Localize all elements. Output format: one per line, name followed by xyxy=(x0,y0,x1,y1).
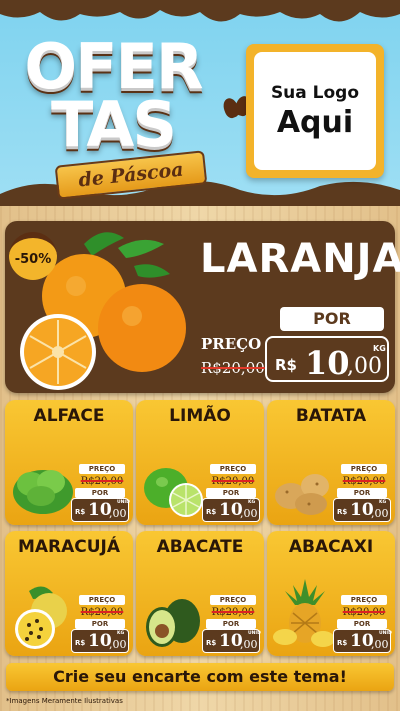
price-cents: ,00 xyxy=(109,507,127,520)
price-unit: UNID xyxy=(248,631,261,636)
currency-symbol: R$ xyxy=(337,639,348,647)
por-label: POR xyxy=(75,488,125,498)
product-name: BATATA xyxy=(295,406,367,426)
por-label: POR xyxy=(206,488,256,498)
old-price: R$20,00 xyxy=(80,607,124,618)
product-name: ABACAXI xyxy=(288,537,374,557)
price-label: PREÇO xyxy=(341,595,387,605)
new-price: R$ 10 ,00 UNID xyxy=(333,629,392,653)
product-card-alface[interactable]: ALFACE PREÇO R$20,00 POR R$ 10 ,00 UNID xyxy=(5,400,133,525)
por-label: POR xyxy=(337,488,387,498)
old-price: R$20,00 xyxy=(211,476,255,487)
price-main: 10 xyxy=(305,344,350,382)
currency-symbol: R$ xyxy=(337,508,348,516)
currency-symbol: R$ xyxy=(275,356,297,374)
new-price: R$ 10 ,00 UNID xyxy=(71,498,130,522)
por-label: POR xyxy=(75,619,125,629)
price-cents: ,00 xyxy=(240,638,258,651)
product-name: ALFACE xyxy=(33,406,105,426)
avocado-icon xyxy=(146,599,200,647)
pineapple-icon xyxy=(273,579,335,647)
new-price: R$ 10 ,00 KG xyxy=(202,498,260,522)
logo-text-line-2: Aqui xyxy=(276,104,354,140)
product-card-abacate[interactable]: ABACATE PREÇO R$20,00 POR R$ 10 ,00 UNID xyxy=(136,531,264,656)
product-card-maracuja[interactable]: MARACUJÁ PREÇO R$20,00 POR R$ 10 ,00 KG xyxy=(5,531,133,656)
old-price: R$20,00 xyxy=(80,476,124,487)
offers-title: OFER TAS de Páscoa xyxy=(8,24,218,200)
featured-product-name: LARANJA xyxy=(200,236,400,282)
product-card-batata[interactable]: BATATA PREÇO R$20,00 POR R$ 10 ,00 KG xyxy=(267,400,395,525)
old-price: R$20,00 xyxy=(342,476,386,487)
product-name: ABACATE xyxy=(156,537,244,557)
price-label: PREÇO xyxy=(210,464,256,474)
featured-old-price: R$20,00 xyxy=(201,359,265,377)
price-cents: ,00 xyxy=(371,507,389,520)
logo-text-line-1: Sua Logo xyxy=(270,82,360,103)
featured-por-label: POR xyxy=(280,307,384,331)
discount-badge: -50% xyxy=(9,232,57,280)
new-price: R$ 10 ,00 KG xyxy=(333,498,391,522)
price-unit: KG xyxy=(373,344,386,353)
por-label: POR xyxy=(206,619,256,629)
title-line-2: TAS xyxy=(50,88,177,161)
product-card-limao[interactable]: LIMÃO PREÇO R$20,00 POR R$ 10 ,00 KG xyxy=(136,400,264,525)
new-price: R$ 10 ,00 KG xyxy=(71,629,129,653)
logo-card: Sua Logo Aqui xyxy=(254,52,376,170)
price-unit: KG xyxy=(117,631,125,636)
lettuce-icon xyxy=(13,470,73,514)
price-label: PREÇO xyxy=(341,464,387,474)
product-name: MARACUJÁ xyxy=(17,537,121,557)
product-name: LIMÃO xyxy=(169,406,231,426)
potato-icon xyxy=(275,474,329,515)
price-unit: KG xyxy=(379,500,387,505)
featured-price-label: PREÇO xyxy=(201,335,262,353)
price-unit: KG xyxy=(248,500,256,505)
currency-symbol: R$ xyxy=(75,639,86,647)
price-label: PREÇO xyxy=(79,595,125,605)
price-label: PREÇO xyxy=(210,595,256,605)
new-price: R$ 10 ,00 UNID xyxy=(202,629,261,653)
price-cents: ,00 xyxy=(347,354,382,379)
price-label: PREÇO xyxy=(79,464,125,474)
price-cents: ,00 xyxy=(371,638,389,651)
price-cents: ,00 xyxy=(240,507,258,520)
price-cents: ,00 xyxy=(109,638,127,651)
price-unit: UNID xyxy=(379,631,392,636)
passion-fruit-icon xyxy=(15,586,67,649)
disclaimer-text: *Imagens Meramente Ilustrativas xyxy=(6,697,123,705)
currency-symbol: R$ xyxy=(206,639,217,647)
old-price: R$20,00 xyxy=(342,607,386,618)
currency-symbol: R$ xyxy=(206,508,217,516)
lime-icon xyxy=(144,468,203,517)
featured-new-price: R$ 10 ,00 KG xyxy=(265,336,389,382)
old-price: R$20,00 xyxy=(211,607,255,618)
por-label: POR xyxy=(337,619,387,629)
product-card-abacaxi[interactable]: ABACAXI PREÇO R$20,00 POR R$ 10 ,00 UNID xyxy=(267,531,395,656)
header: OFER TAS de Páscoa Sua Logo Aqui xyxy=(0,0,400,208)
cta-banner[interactable]: Crie seu encarte com este tema! xyxy=(6,663,394,691)
currency-symbol: R$ xyxy=(75,508,86,516)
price-unit: UNID xyxy=(117,500,130,505)
logo-placeholder[interactable]: Sua Logo Aqui xyxy=(246,44,384,178)
